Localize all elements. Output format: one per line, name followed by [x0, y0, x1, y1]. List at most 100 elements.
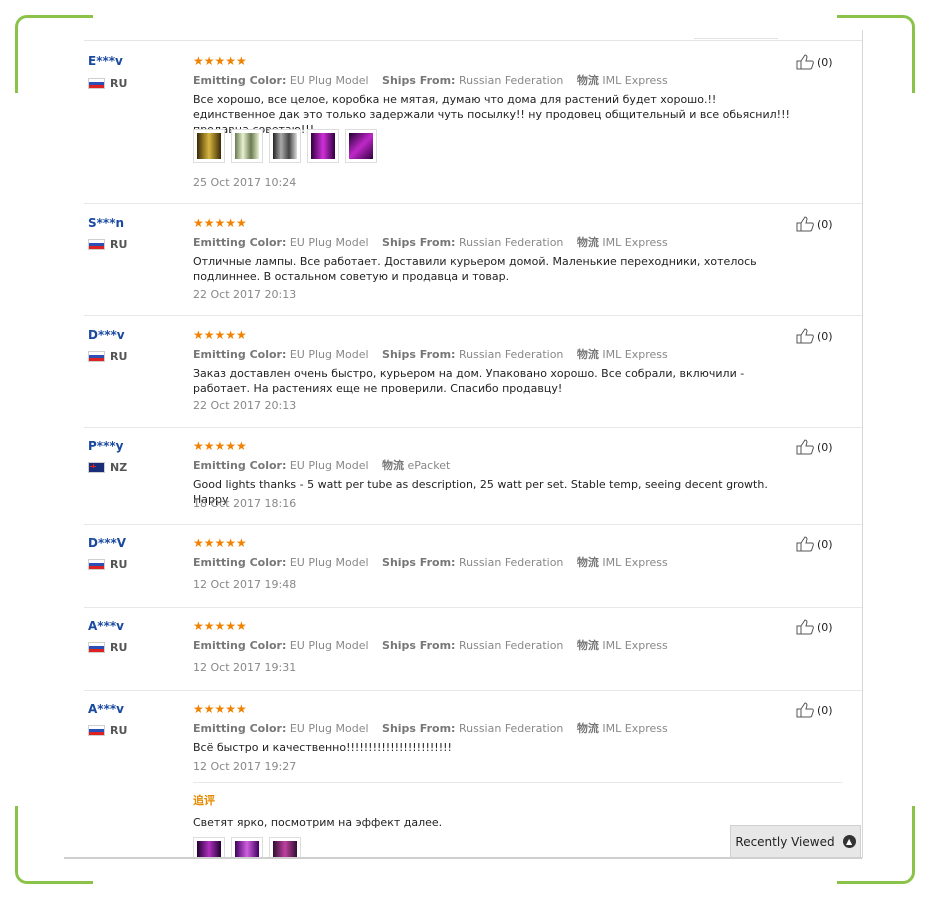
logistics-label: 物流	[382, 459, 405, 472]
helpful-button[interactable]: (0)	[796, 619, 833, 635]
review-date: 12 Oct 2017 19:48	[193, 578, 297, 591]
ships-from-label: Ships From:	[382, 722, 456, 735]
star-rating: ★★★★★	[193, 328, 247, 342]
review-photo[interactable]	[193, 837, 225, 858]
review-meta: Emitting Color: EU Plug Model Ships From…	[193, 346, 678, 362]
helpful-count: (0)	[817, 703, 833, 717]
ships-from-value: Russian Federation	[458, 236, 564, 249]
reviewer-country: RU	[88, 724, 127, 737]
review-meta: Emitting Color: EU Plug Model Ships From…	[193, 72, 678, 88]
reviewer-name[interactable]: D***V	[88, 536, 126, 550]
reviewer-country: RU	[88, 641, 127, 654]
ships-from-value: Russian Federation	[458, 722, 564, 735]
review-meta: Emitting Color: EU Plug Model Ships From…	[193, 720, 678, 736]
logistics-value: IML Express	[602, 639, 668, 652]
ships-from-value: Russian Federation	[458, 74, 564, 87]
emitting-color-label: Emitting Color:	[193, 639, 287, 652]
logistics-value: IML Express	[602, 556, 668, 569]
reviewer-name[interactable]: D***v	[88, 328, 125, 342]
logistics-value: IML Express	[602, 348, 668, 361]
reviewer-name[interactable]: A***v	[88, 702, 124, 716]
review-date: 25 Oct 2017 10:24	[193, 176, 297, 189]
review-meta: Emitting Color: EU Plug Model Ships From…	[193, 554, 678, 570]
reviewer-name[interactable]: E***v	[88, 54, 123, 68]
star-rating: ★★★★★	[193, 702, 247, 716]
logistics-label: 物流	[576, 722, 599, 735]
helpful-button[interactable]: (0)	[796, 702, 833, 718]
country-code: RU	[110, 238, 128, 251]
emitting-color-value: EU Plug Model	[289, 74, 369, 87]
review-meta: Emitting Color: EU Plug Model Ships From…	[193, 637, 678, 653]
thumbs-up-icon	[796, 702, 814, 718]
ships-from-label: Ships From:	[382, 556, 456, 569]
reviewer-country: RU	[88, 558, 127, 571]
ships-from-label: Ships From:	[382, 639, 456, 652]
review-date: 18 Oct 2017 18:16	[193, 497, 297, 510]
thumbs-up-icon	[796, 216, 814, 232]
helpful-button[interactable]: (0)	[796, 216, 833, 232]
helpful-count: (0)	[817, 440, 833, 454]
review-photo[interactable]	[231, 837, 263, 858]
review-photo[interactable]	[269, 837, 301, 858]
review-text: Отличные лампы. Все работает. Доставили …	[193, 255, 757, 283]
star-rating: ★★★★★	[193, 54, 247, 68]
flag-ru-icon	[88, 642, 105, 653]
reviewer-name[interactable]: A***v	[88, 619, 124, 633]
recently-viewed-label: Recently Viewed	[735, 834, 835, 849]
logistics-value: ePacket	[407, 459, 451, 472]
review-photo[interactable]	[193, 129, 225, 163]
review-photo[interactable]	[231, 129, 263, 163]
reviewer-name[interactable]: P***y	[88, 439, 123, 453]
helpful-count: (0)	[817, 329, 833, 343]
flag-ru-icon	[88, 351, 105, 362]
ships-from-value: Russian Federation	[458, 639, 564, 652]
reviewer-name[interactable]: S***n	[88, 216, 124, 230]
emitting-color-value: EU Plug Model	[289, 459, 369, 472]
emitting-color-label: Emitting Color:	[193, 348, 287, 361]
review-date: 22 Oct 2017 20:13	[193, 288, 297, 301]
helpful-count: (0)	[817, 537, 833, 551]
emitting-color-label: Emitting Color:	[193, 74, 287, 87]
helpful-button[interactable]: (0)	[796, 54, 833, 70]
country-code: RU	[110, 77, 128, 90]
ships-from-label: Ships From:	[382, 74, 456, 87]
thumbs-up-icon	[796, 619, 814, 635]
thumbs-up-icon	[796, 439, 814, 455]
review-date: 12 Oct 2017 19:27	[193, 760, 297, 773]
divider	[193, 782, 842, 783]
review-photo[interactable]	[345, 129, 377, 163]
chevron-up-icon: ▲	[842, 835, 856, 848]
recently-viewed-button[interactable]: Recently Viewed ▲	[730, 825, 861, 858]
flag-ru-icon	[88, 725, 105, 736]
reviews-panel: E***v RU ★★★★★ Emitting Color: EU Plug M…	[64, 30, 863, 858]
emitting-color-value: EU Plug Model	[289, 348, 369, 361]
emitting-color-label: Emitting Color:	[193, 556, 287, 569]
review-date: 22 Oct 2017 20:13	[193, 399, 297, 412]
helpful-button[interactable]: (0)	[796, 536, 833, 552]
flag-ru-icon	[88, 239, 105, 250]
logistics-label: 物流	[576, 348, 599, 361]
reviewer-country: RU	[88, 238, 127, 251]
emitting-color-label: Emitting Color:	[193, 722, 287, 735]
reviewer-country: RU	[88, 77, 127, 90]
review-photo[interactable]	[269, 129, 301, 163]
reviewer-country: NZ	[88, 461, 127, 474]
helpful-count: (0)	[817, 217, 833, 231]
star-rating: ★★★★★	[193, 216, 247, 230]
emitting-color-value: EU Plug Model	[289, 236, 369, 249]
review-date: 12 Oct 2017 19:31	[193, 661, 297, 674]
tab-placeholder	[694, 30, 778, 39]
review-photo[interactable]	[307, 129, 339, 163]
thumbs-up-icon	[796, 54, 814, 70]
helpful-button[interactable]: (0)	[796, 439, 833, 455]
review-item: S***n RU ★★★★★ Emitting Color: EU Plug M…	[84, 203, 862, 316]
review-item: D***v RU ★★★★★ Emitting Color: EU Plug M…	[84, 315, 862, 428]
country-code: RU	[110, 350, 128, 363]
review-meta: Emitting Color: EU Plug Model Ships From…	[193, 234, 678, 250]
helpful-count: (0)	[817, 620, 833, 634]
helpful-button[interactable]: (0)	[796, 328, 833, 344]
emitting-color-value: EU Plug Model	[289, 639, 369, 652]
review-item: E***v RU ★★★★★ Emitting Color: EU Plug M…	[84, 41, 862, 204]
ships-from-label: Ships From:	[382, 348, 456, 361]
logistics-value: IML Express	[602, 74, 668, 87]
